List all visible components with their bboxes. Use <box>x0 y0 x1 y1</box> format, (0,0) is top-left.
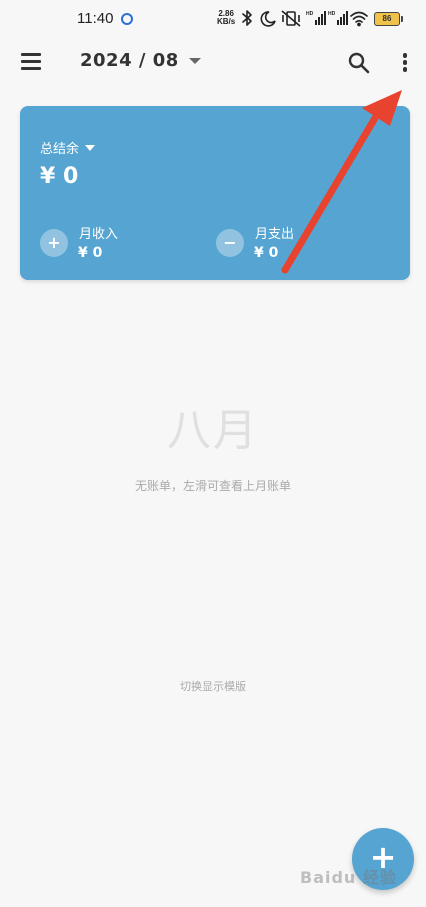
menu-icon[interactable] <box>20 53 42 73</box>
balance-selector[interactable]: 总结余 <box>40 138 96 157</box>
expense-value: ¥ 0 <box>254 245 279 261</box>
battery-icon: 86 <box>374 12 403 26</box>
balance-label: 总结余 <box>40 142 80 157</box>
network-speed: 2.86 KB/s <box>217 10 235 26</box>
month-selector[interactable]: 2024 / 08 <box>80 50 201 71</box>
income-value: ¥ 0 <box>78 245 103 261</box>
chevron-down-icon <box>188 57 201 64</box>
moon-icon <box>260 11 276 27</box>
status-icons: HD HD <box>242 10 368 27</box>
more-vert-icon[interactable] <box>395 51 415 77</box>
signal-icon: HD <box>328 11 348 25</box>
svg-text:HD: HD <box>328 11 336 17</box>
month-label: 2024 / 08 <box>80 50 179 71</box>
income-label: 月收入 <box>79 227 119 242</box>
status-time: 11:40 <box>77 10 114 27</box>
wifi-icon <box>350 11 368 27</box>
signal-icon: HD <box>306 11 326 25</box>
expense-label: 月支出 <box>255 227 295 242</box>
svg-text:HD: HD <box>306 11 314 17</box>
balance-value: ¥ 0 <box>40 164 79 189</box>
vibrate-icon <box>281 10 301 27</box>
expense-icon: − <box>216 229 244 257</box>
status-bar: 11:40 2.86 KB/s HD HD 86 <box>0 0 426 36</box>
summary-card[interactable]: 总结余 ¥ 0 + 月收入 ¥ 0 − 月支出 ¥ 0 <box>20 106 410 280</box>
empty-month-title: 八月 <box>167 405 259 456</box>
bluetooth-icon <box>242 10 252 26</box>
app-bar: 2024 / 08 <box>0 36 426 92</box>
income-icon: + <box>40 229 68 257</box>
chevron-down-icon <box>85 144 96 151</box>
network-speed-unit: KB/s <box>217 17 236 26</box>
record-icon <box>121 13 133 25</box>
watermark: Baidu 经验 <box>300 868 397 887</box>
switch-template-link[interactable]: 切换显示模版 <box>0 678 426 694</box>
empty-hint: 无账单，左滑可查看上月账单 <box>134 479 291 493</box>
search-icon[interactable] <box>347 51 371 75</box>
